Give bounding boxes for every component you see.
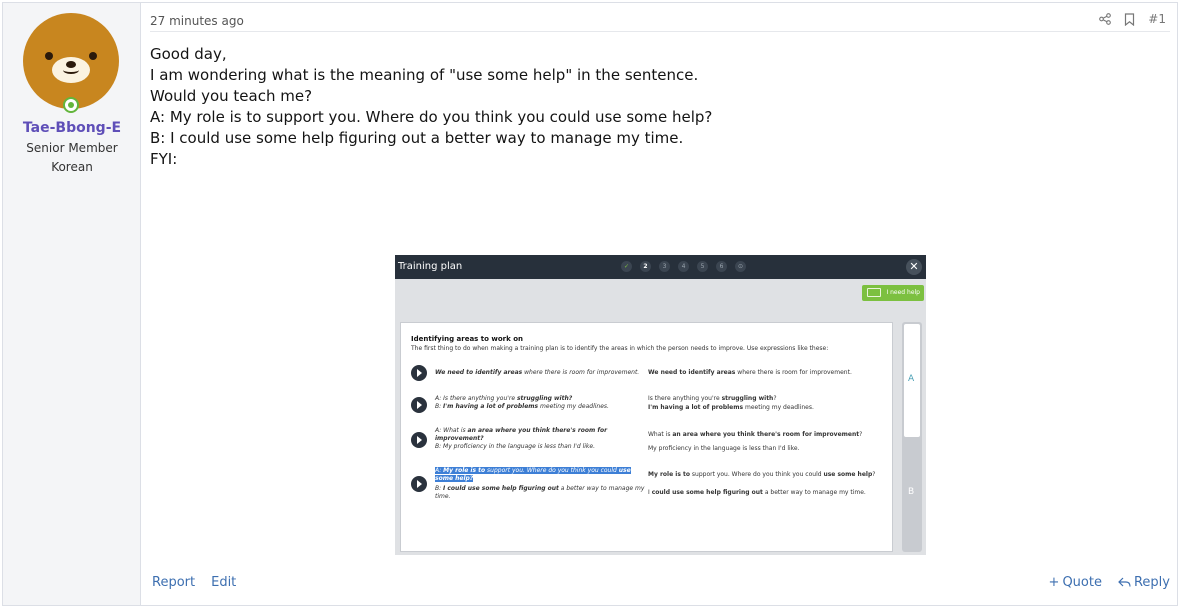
step-final-icon: ⊙	[735, 261, 746, 272]
post-body: Good day, I am wondering what is the mea…	[150, 44, 712, 170]
post-line: FYI:	[150, 150, 178, 168]
phrase-left: We need to identify areas where there is…	[435, 369, 640, 376]
bookmark-icon[interactable]	[1124, 12, 1135, 26]
online-status-icon	[63, 97, 79, 113]
avatar-eye	[45, 52, 53, 60]
side-label-a: A	[908, 374, 915, 384]
play-icon	[411, 432, 427, 448]
step-check-icon: ✓	[621, 261, 632, 272]
post-line: I am wondering what is the meaning of "u…	[150, 66, 699, 84]
panel-intro: The first thing to do when making a trai…	[411, 345, 829, 352]
post-timestamp[interactable]: 27 minutes ago	[150, 14, 244, 28]
quote-label: Quote	[1062, 575, 1102, 590]
post-footer-left: Report Edit	[152, 575, 236, 590]
post-number[interactable]: #1	[1148, 12, 1166, 26]
post-line: Good day,	[150, 45, 227, 63]
edit-link[interactable]: Edit	[211, 575, 236, 590]
phrase-right: We need to identify areas where there is…	[648, 369, 852, 376]
step-indicator: ✓ 2 3 4 5 6 ⊙	[621, 261, 746, 272]
screenshot-title: Training plan	[398, 261, 463, 272]
quote-button[interactable]: + Quote	[1049, 575, 1102, 590]
avatar[interactable]	[23, 13, 119, 109]
plus-icon: +	[1048, 575, 1060, 590]
avatar-eye	[89, 52, 97, 60]
post-line: Would you teach me?	[150, 87, 313, 105]
post-line: B: I could use some help figuring out a …	[150, 129, 684, 147]
post-line: A: My role is to support you. Where do y…	[150, 108, 713, 126]
step: 2	[640, 261, 651, 272]
user-title: Senior Member	[26, 141, 118, 155]
user-language: Korean	[51, 160, 93, 174]
play-icon	[411, 397, 427, 413]
help-button: I need help	[862, 285, 924, 301]
phrase-left: A: My role is to support you. Where do y…	[435, 467, 645, 500]
avatar-mouth	[63, 66, 79, 74]
phrase-right: My role is to support you. Where do you …	[648, 471, 876, 496]
step: 4	[678, 261, 689, 272]
play-icon	[411, 476, 427, 492]
post-header: 27 minutes ago #1	[150, 10, 1170, 32]
phrase-right: Is there anything you're struggling with…	[648, 395, 814, 411]
screenshot-titlebar: Training plan ✓ 2 3 4 5 6 ⊙ ✕	[395, 255, 926, 279]
phrase-right: What is an area where you think there's …	[648, 431, 863, 452]
screenshot-panel: Identifying areas to work on The first t…	[400, 322, 893, 552]
step: 3	[659, 261, 670, 272]
panel-title: Identifying areas to work on	[411, 335, 523, 343]
step: 5	[697, 261, 708, 272]
user-sidebar: Tae-Bbong-E Senior Member Korean	[3, 3, 141, 605]
help-button-label: I need help	[886, 289, 920, 296]
close-icon: ✕	[906, 259, 922, 275]
screenshot-side-panel: A B	[902, 322, 922, 552]
share-icon[interactable]	[1099, 13, 1112, 25]
flag-icon	[867, 288, 881, 297]
post-actions: #1	[1099, 12, 1166, 26]
step: 6	[716, 261, 727, 272]
phrase-left: A: Is there anything you're struggling w…	[435, 395, 609, 410]
post-footer-right: + Quote Reply	[1049, 575, 1170, 590]
reply-icon	[1118, 577, 1131, 587]
phrase-left: A: What is an area where you think there…	[435, 427, 608, 450]
report-link[interactable]: Report	[152, 575, 195, 590]
username[interactable]: Tae-Bbong-E	[3, 120, 141, 136]
play-icon	[411, 365, 427, 381]
reply-label: Reply	[1133, 575, 1170, 590]
side-label-b: B	[908, 487, 915, 497]
reply-button[interactable]: Reply	[1118, 575, 1170, 590]
embedded-screenshot[interactable]: Training plan ✓ 2 3 4 5 6 ⊙ ✕ I need hel…	[395, 255, 926, 555]
